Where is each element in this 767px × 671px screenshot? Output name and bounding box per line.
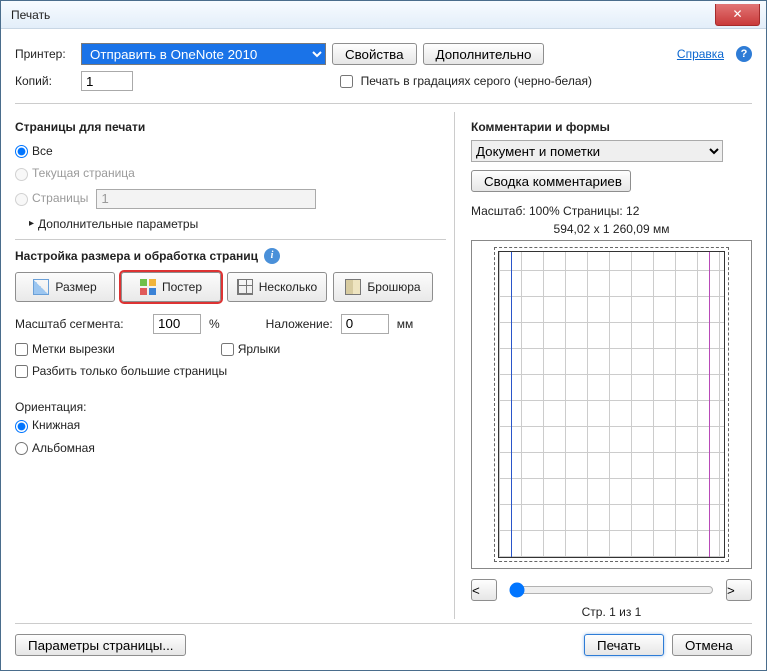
overlap-suffix: мм <box>397 317 414 331</box>
comments-select[interactable]: Документ и пометки <box>471 140 723 162</box>
grayscale-checkbox[interactable] <box>340 75 353 88</box>
landscape-radio[interactable] <box>15 442 28 455</box>
more-params-expander[interactable]: ▸ Дополнительные параметры <box>29 217 446 231</box>
size-icon <box>33 279 49 295</box>
next-page-button[interactable]: > <box>726 579 752 601</box>
close-button[interactable]: ✕ <box>715 4 760 26</box>
page-info: Стр. 1 из 1 <box>471 605 752 619</box>
segment-scale-label: Масштаб сегмента: <box>15 317 145 331</box>
preview-scale-info: Масштаб: 100% Страницы: 12 <box>471 204 752 218</box>
properties-button[interactable]: Свойства <box>332 43 417 65</box>
pages-all-radio[interactable] <box>15 145 28 158</box>
overlap-label: Наложение: <box>266 317 333 331</box>
labels-checkbox[interactable] <box>221 343 234 356</box>
pages-current-option[interactable]: Текущая страница <box>15 166 135 180</box>
poster-button[interactable]: Постер <box>121 272 221 302</box>
pages-current-radio[interactable] <box>15 168 28 181</box>
poster-icon <box>140 279 156 295</box>
close-icon: ✕ <box>732 7 742 21</box>
segment-scale-input[interactable] <box>153 314 201 334</box>
page-slider[interactable] <box>509 582 714 598</box>
pages-range-radio[interactable] <box>15 193 28 206</box>
help-link[interactable]: Справка <box>677 47 724 61</box>
print-dialog: Печать ✕ Принтер: Отправить в OneNote 20… <box>0 0 767 671</box>
more-params-label: Дополнительные параметры <box>38 217 198 231</box>
print-preview <box>471 240 752 569</box>
print-button[interactable]: Печать <box>584 634 664 656</box>
cancel-button[interactable]: Отмена <box>672 634 752 656</box>
cutmarks-option[interactable]: Метки вырезки <box>15 342 115 356</box>
pages-header: Страницы для печати <box>15 120 446 134</box>
overlap-input[interactable] <box>341 314 389 334</box>
cutmarks-checkbox[interactable] <box>15 343 28 356</box>
comments-header: Комментарии и формы <box>471 120 752 134</box>
portrait-option[interactable]: Книжная <box>15 418 80 432</box>
portrait-radio[interactable] <box>15 420 28 433</box>
orientation-header: Ориентация: <box>15 400 446 414</box>
landscape-option[interactable]: Альбомная <box>15 441 95 455</box>
comments-summary-button[interactable]: Сводка комментариев <box>471 170 631 192</box>
info-icon[interactable]: i <box>264 248 280 264</box>
advanced-button[interactable]: Дополнительно <box>423 43 545 65</box>
grayscale-label: Печать в градациях серого (черно-белая) <box>361 74 592 88</box>
prev-page-button[interactable]: < <box>471 579 497 601</box>
grayscale-option[interactable]: Печать в градациях серого (черно-белая) <box>340 74 592 88</box>
segment-scale-suffix: % <box>209 317 220 331</box>
printer-label: Принтер: <box>15 47 75 61</box>
pages-range-input[interactable] <box>96 189 316 209</box>
sizing-header: Настройка размера и обработка страниц <box>15 249 258 263</box>
labels-option[interactable]: Ярлыки <box>221 342 281 356</box>
bigonly-option[interactable]: Разбить только большие страницы <box>15 364 227 378</box>
titlebar: Печать ✕ <box>1 1 766 29</box>
copies-input[interactable] <box>81 71 133 91</box>
page-setup-button[interactable]: Параметры страницы... <box>15 634 186 656</box>
size-button[interactable]: Размер <box>15 272 115 302</box>
copies-label: Копий: <box>15 74 75 88</box>
bigonly-checkbox[interactable] <box>15 365 28 378</box>
expander-triangle-icon: ▸ <box>29 218 34 229</box>
booklet-button[interactable]: Брошюра <box>333 272 433 302</box>
window-title: Печать <box>11 8 715 22</box>
preview-dimensions: 594,02 x 1 260,09 мм <box>471 222 752 236</box>
pages-range-option[interactable]: Страницы <box>15 191 88 205</box>
booklet-icon <box>345 279 361 295</box>
printer-select[interactable]: Отправить в OneNote 2010 <box>81 43 326 65</box>
pages-all-option[interactable]: Все <box>15 144 53 158</box>
multiple-icon <box>237 279 253 295</box>
multiple-button[interactable]: Несколько <box>227 272 327 302</box>
help-icon[interactable]: ? <box>736 46 752 62</box>
